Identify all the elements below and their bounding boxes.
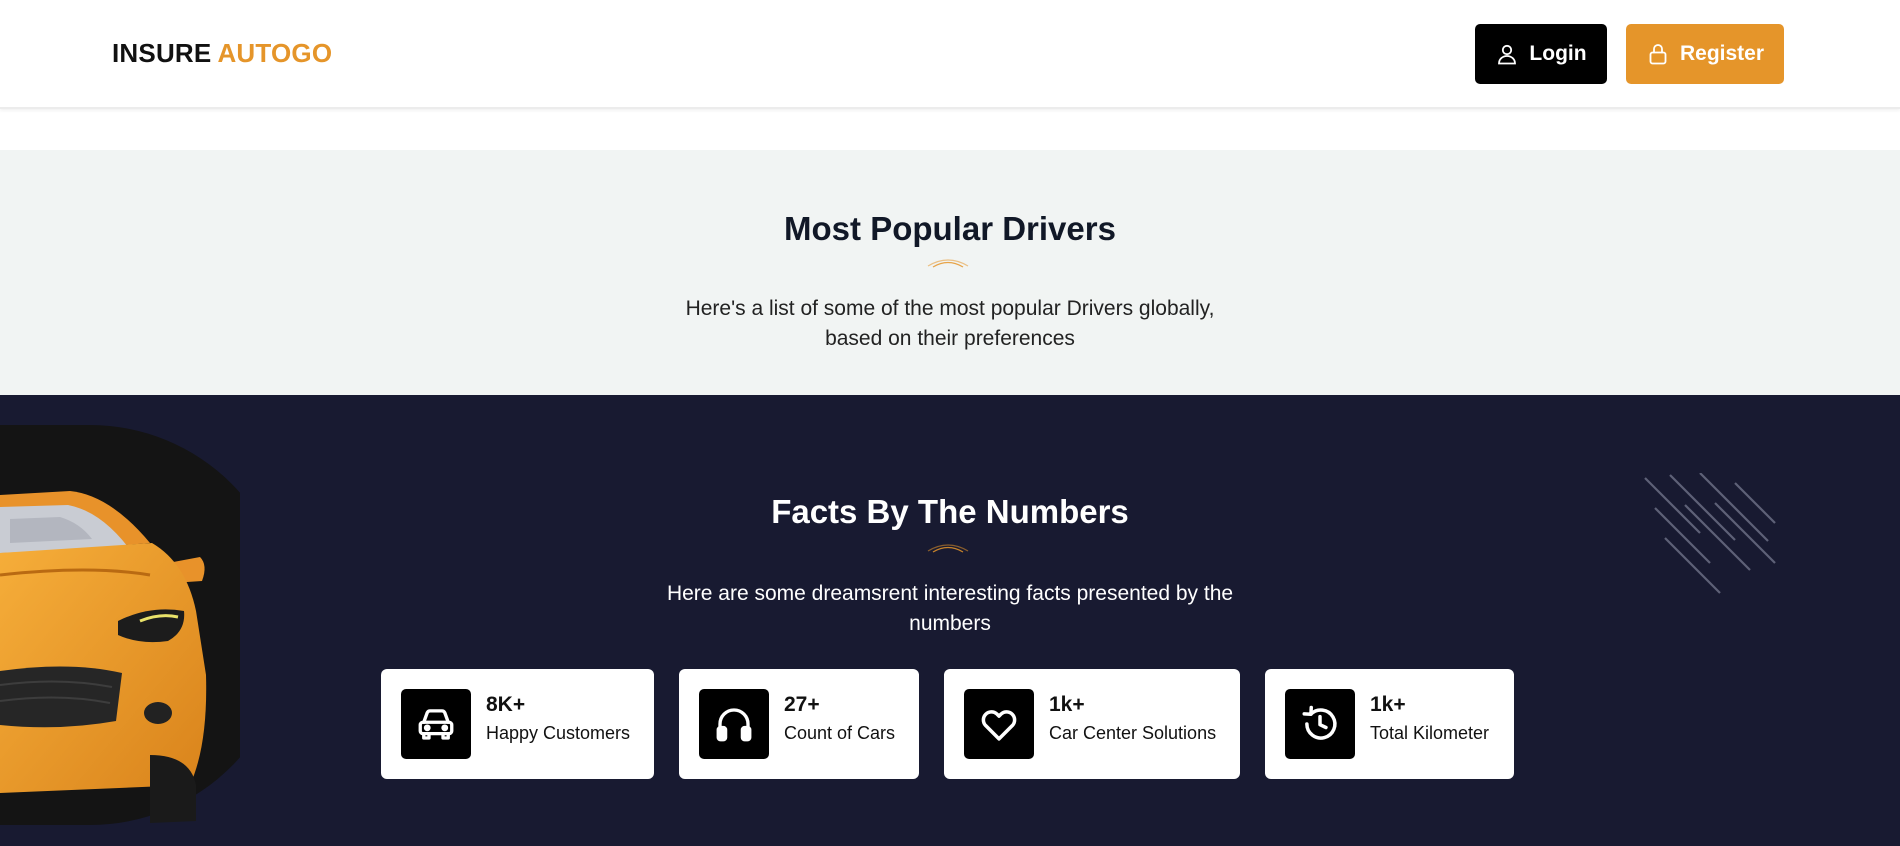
facts-title: Facts By The Numbers <box>771 493 1129 530</box>
facts-subtitle-line-2: numbers <box>909 612 991 635</box>
stat-value: 8K+ <box>486 693 526 716</box>
popular-drivers-title: Most Popular Drivers <box>784 210 1116 247</box>
stat-card-total-kilometer: 1k+ Total Kilometer <box>1265 669 1514 779</box>
register-label: Register <box>1679 42 1765 65</box>
stat-label: Total Kilometer <box>1370 723 1490 743</box>
popular-subtitle-line-1: Here's a list of some of the most popula… <box>685 297 1215 320</box>
facts-subtitle: Here are some dreamsrent interesting fac… <box>640 579 1260 639</box>
lock-icon <box>1649 44 1667 65</box>
login-label: Login <box>1529 42 1587 65</box>
stat-card-happy-customers: 8K+ Happy Customers <box>381 669 654 779</box>
popular-drivers-section: Most Popular Drivers Here's a list of so… <box>0 150 1900 395</box>
logo-text-autogo: AUTOGO <box>217 38 333 68</box>
title-underline-ornament <box>927 259 969 268</box>
logo-text-insure: INSURE <box>112 38 212 68</box>
title-underline-ornament <box>927 544 969 553</box>
heart-icon <box>964 689 1034 759</box>
popular-subtitle-line-2: based on their preferences <box>825 327 1075 350</box>
stat-value: 1k+ <box>1049 693 1085 716</box>
car-icon <box>401 689 471 759</box>
headphones-icon <box>699 689 769 759</box>
stat-card-car-center-solutions: 1k+ Car Center Solutions <box>944 669 1240 779</box>
logo[interactable]: INSURE AUTOGO <box>112 38 332 69</box>
stat-label: Happy Customers <box>486 723 631 743</box>
login-button[interactable]: Login <box>1475 24 1607 84</box>
stat-card-count-of-cars: 27+ Count of Cars <box>679 669 919 779</box>
popular-drivers-subtitle: Here's a list of some of the most popula… <box>640 294 1260 354</box>
history-icon <box>1285 689 1355 759</box>
facts-subtitle-line-1: Here are some dreamsrent interesting fac… <box>666 582 1234 605</box>
facts-section: Facts By The Numbers Here are some dream… <box>0 395 1900 846</box>
stat-value: 27+ <box>784 693 820 716</box>
stat-label: Car Center Solutions <box>1049 723 1217 743</box>
user-icon <box>1498 44 1517 65</box>
stat-label: Count of Cars <box>784 723 896 743</box>
car-image <box>0 425 240 825</box>
register-button[interactable]: Register <box>1626 24 1784 84</box>
stat-value: 1k+ <box>1370 693 1406 716</box>
site-header: INSURE AUTOGO Login Register <box>0 0 1900 109</box>
